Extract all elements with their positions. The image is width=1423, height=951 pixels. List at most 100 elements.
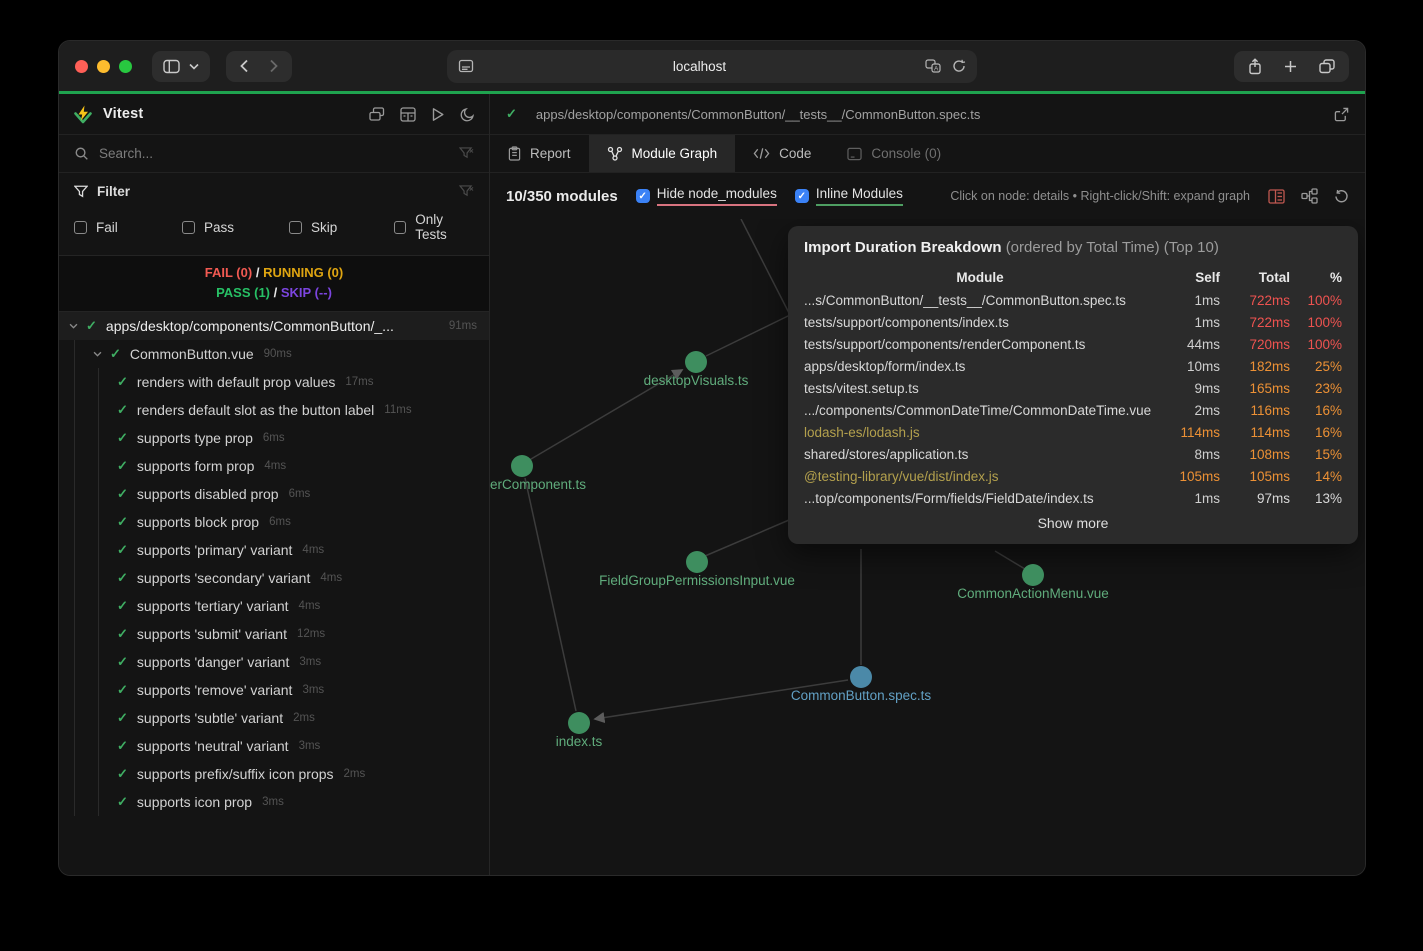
graph-icon	[607, 146, 623, 161]
test-case-row[interactable]: ✓ supports block prop 6ms	[59, 508, 489, 536]
module-graph[interactable]: Import Duration Breakdown (ordered by To…	[490, 219, 1365, 876]
breakdown-row[interactable]: ...top/components/Form/fields/FieldDate/…	[804, 487, 1342, 509]
sidebar-toggle-button[interactable]	[152, 51, 210, 82]
chevron-down-icon[interactable]	[69, 323, 78, 329]
reset-graph-icon[interactable]	[1334, 189, 1349, 204]
test-case-row[interactable]: ✓ supports 'primary' variant 4ms	[59, 536, 489, 564]
test-case-row[interactable]: ✓ supports 'secondary' variant 4ms	[59, 564, 489, 592]
run-all-icon[interactable]	[431, 107, 445, 122]
view-tabs: Report Module Graph Code Console (0)	[490, 135, 1365, 173]
code-icon	[753, 147, 770, 160]
test-tree: ✓ apps/desktop/components/CommonButton/_…	[59, 312, 489, 876]
search-input[interactable]: Search...	[99, 146, 449, 161]
graph-node-desktopvisuals-ts[interactable]	[685, 351, 707, 373]
breakdown-row[interactable]: lodash-es/lodash.js 114ms 114ms 16%	[804, 421, 1342, 443]
pass-count: PASS (1)	[216, 285, 270, 300]
show-more-button[interactable]: Show more	[804, 515, 1342, 531]
node-label-commonbutton-spec-ts: CommonButton.spec.ts	[791, 688, 931, 703]
breakdown-row[interactable]: tests/vitest.setup.ts 9ms 165ms 23%	[804, 377, 1342, 399]
chevron-down-icon[interactable]	[93, 351, 102, 357]
test-case-row[interactable]: ✓ supports 'neutral' variant 3ms	[59, 732, 489, 760]
hide-node-modules-checkbox[interactable]: ✓ Hide node_modules	[636, 186, 777, 206]
check-icon: ✓	[117, 430, 128, 446]
graph-node-index-ts[interactable]	[568, 712, 590, 734]
graph-node-commonbutton-spec-ts[interactable]	[850, 666, 872, 688]
test-case-row[interactable]: ✓ supports icon prop 3ms	[59, 788, 489, 816]
running-count: RUNNING (0)	[263, 265, 343, 280]
check-icon: ✓	[117, 374, 128, 390]
filter-checkbox-skip[interactable]: Skip	[289, 212, 394, 242]
check-icon: ✓	[506, 106, 517, 122]
theme-moon-icon[interactable]	[460, 107, 475, 122]
test-case-row[interactable]: ✓ renders default slot as the button lab…	[59, 396, 489, 424]
filter-checkbox-pass[interactable]: Pass	[182, 212, 289, 242]
address-bar[interactable]: localhost A	[447, 50, 977, 83]
graph-node-commonactionmenu-vue[interactable]	[1022, 564, 1044, 586]
check-icon: ✓	[117, 570, 128, 586]
minimize-window-button[interactable]	[97, 60, 110, 73]
test-case-row[interactable]: ✓ supports 'remove' variant 3ms	[59, 676, 489, 704]
import-duration-panel: Import Duration Breakdown (ordered by To…	[788, 226, 1358, 544]
tab-console-0[interactable]: Console (0)	[829, 135, 959, 172]
filter-checkbox-only-tests[interactable]: Only Tests	[394, 212, 474, 242]
clear-filter-icon[interactable]	[459, 185, 474, 198]
close-window-button[interactable]	[75, 60, 88, 73]
graph-node-fieldgrouppermissionsinput-vue[interactable]	[686, 551, 708, 573]
clear-filter-icon[interactable]	[459, 147, 474, 160]
tab-report[interactable]: Report	[490, 135, 589, 172]
node-label-desktopvisuals-ts: desktopVisuals.ts	[644, 373, 749, 388]
main-panel: ✓ apps/desktop/components/CommonButton/_…	[490, 94, 1365, 876]
check-icon: ✓	[117, 710, 128, 726]
breakdown-row[interactable]: .../components/CommonDateTime/CommonDate…	[804, 399, 1342, 421]
inline-modules-checkbox[interactable]: ✓ Inline Modules	[795, 186, 903, 206]
graph-node-ercomponent-ts[interactable]	[511, 455, 533, 477]
breakdown-row[interactable]: tests/support/components/renderComponent…	[804, 333, 1342, 355]
test-file-row[interactable]: ✓ apps/desktop/components/CommonButton/_…	[59, 312, 489, 340]
reader-icon[interactable]	[458, 59, 474, 73]
check-icon: ✓	[117, 654, 128, 670]
breakdown-row[interactable]: ...s/CommonButton/__tests__/CommonButton…	[804, 289, 1342, 311]
graph-controls: 10/350 modules ✓ Hide node_modules ✓ Inl…	[490, 173, 1365, 219]
tab-code[interactable]: Code	[735, 135, 829, 172]
tab-module-graph[interactable]: Module Graph	[589, 135, 736, 172]
clipboard-icon	[508, 146, 521, 161]
file-path: apps/desktop/components/CommonButton/__t…	[536, 107, 1324, 122]
node-label-commonactionmenu-vue: CommonActionMenu.vue	[957, 586, 1109, 601]
test-case-row[interactable]: ✓ supports 'subtle' variant 2ms	[59, 704, 489, 732]
dashboard-icon[interactable]	[400, 107, 416, 122]
open-external-icon[interactable]	[1334, 107, 1349, 122]
test-suite-row[interactable]: ✓ CommonButton.vue 90ms	[59, 340, 489, 368]
check-icon: ✓	[117, 626, 128, 642]
zoom-window-button[interactable]	[119, 60, 132, 73]
search-bar[interactable]: Search...	[59, 135, 489, 173]
forward-icon[interactable]	[269, 59, 279, 73]
share-icon[interactable]	[1248, 58, 1262, 75]
tab-overview-icon[interactable]	[1319, 59, 1335, 74]
test-case-row[interactable]: ✓ supports disabled prop 6ms	[59, 480, 489, 508]
test-case-row[interactable]: ✓ supports form prop 4ms	[59, 452, 489, 480]
reload-icon[interactable]	[952, 59, 966, 73]
test-case-row[interactable]: ✓ supports 'submit' variant 12ms	[59, 620, 489, 648]
legend-icon[interactable]	[1268, 189, 1285, 204]
filter-checkbox-fail[interactable]: Fail	[74, 212, 182, 242]
test-case-row[interactable]: ✓ supports 'tertiary' variant 4ms	[59, 592, 489, 620]
breakdown-row[interactable]: shared/stores/application.ts 8ms 108ms 1…	[804, 443, 1342, 465]
schema-icon[interactable]	[1301, 188, 1318, 204]
new-tab-icon[interactable]	[1284, 60, 1297, 73]
test-case-row[interactable]: ✓ supports 'danger' variant 3ms	[59, 648, 489, 676]
test-case-row[interactable]: ✓ supports prefix/suffix icon props 2ms	[59, 760, 489, 788]
breakdown-row[interactable]: apps/desktop/form/index.ts 10ms 182ms 25…	[804, 355, 1342, 377]
node-label-fieldgrouppermissionsinput-vue: FieldGroupPermissionsInput.vue	[599, 573, 795, 588]
breakdown-row[interactable]: tests/support/components/index.ts 1ms 72…	[804, 311, 1342, 333]
node-label-ercomponent-ts: erComponent.ts	[490, 477, 586, 492]
collapse-icon[interactable]	[369, 107, 385, 122]
check-icon: ✓	[117, 402, 128, 418]
test-case-row[interactable]: ✓ renders with default prop values 17ms	[59, 368, 489, 396]
checkbox-unchecked-icon	[74, 221, 87, 234]
translate-icon[interactable]: A	[925, 59, 942, 73]
node-label-index-ts: index.ts	[556, 734, 603, 749]
test-case-row[interactable]: ✓ supports type prop 6ms	[59, 424, 489, 452]
sidebar-header: Vitest	[59, 94, 489, 135]
back-icon[interactable]	[239, 59, 249, 73]
breakdown-row[interactable]: @testing-library/vue/dist/index.js 105ms…	[804, 465, 1342, 487]
